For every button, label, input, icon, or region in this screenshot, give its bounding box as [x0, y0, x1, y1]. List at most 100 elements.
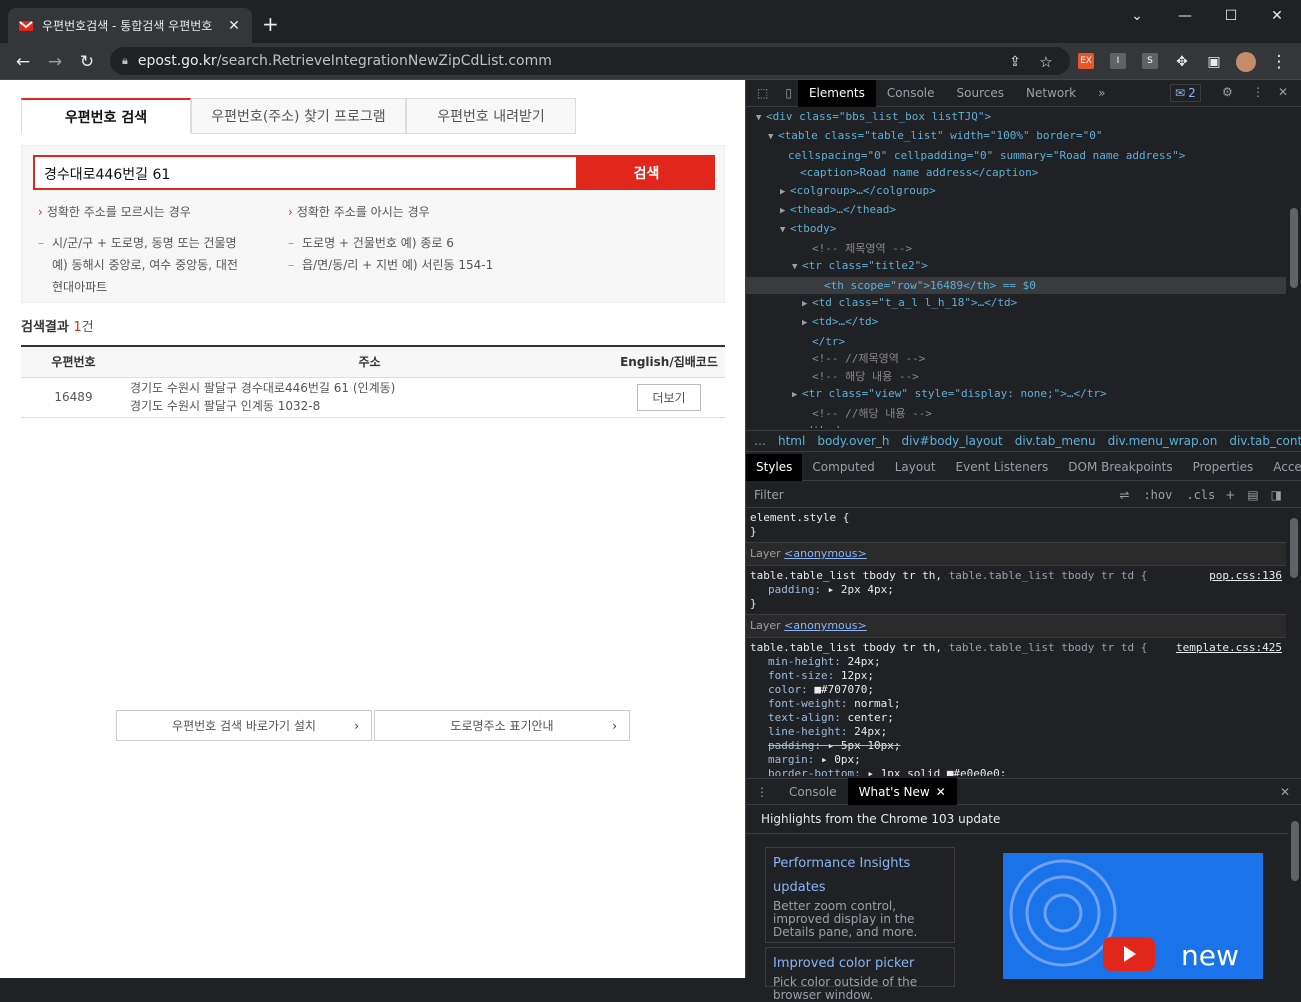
- css-property[interactable]: padding: ▸ 5px 10px;: [750, 739, 1282, 753]
- inspect-element-icon[interactable]: ⬚: [746, 80, 779, 107]
- issues-badge[interactable]: ✉ 2: [1170, 84, 1201, 102]
- address-bar[interactable]: 🔒︎ epost.go.kr /search.RetrieveIntegrati…: [110, 47, 1070, 75]
- css-property[interactable]: border-bottom: ▸ 1px solid ■#e0e0e0;: [750, 767, 1282, 776]
- address-search-input[interactable]: 경수대로446번길 61: [33, 155, 578, 190]
- breadcrumb-item[interactable]: div.tab_menu: [1015, 434, 1096, 448]
- close-icon[interactable]: ✕: [936, 785, 946, 799]
- bookmark-star-icon[interactable]: ☆: [1035, 51, 1057, 73]
- tab-computed[interactable]: Computed: [802, 454, 884, 481]
- dom-node-line[interactable]: ▶ <colgroup>…</colgroup>: [746, 182, 1286, 201]
- tab-accessibility[interactable]: Accessibility: [1263, 454, 1301, 481]
- drawer-tab-whats-new[interactable]: What's New ✕: [847, 778, 957, 805]
- dom-node-line[interactable]: </tbody>: [746, 422, 1286, 428]
- rule-source-link[interactable]: template.css:425: [1176, 641, 1282, 655]
- dom-node-line[interactable]: ▼ <tbody>: [746, 220, 1286, 239]
- dom-scrollbar[interactable]: [1287, 108, 1301, 428]
- css-property[interactable]: text-align: center;: [750, 711, 1282, 725]
- styles-scrollbar[interactable]: [1287, 508, 1301, 776]
- forward-icon[interactable]: →: [44, 51, 66, 73]
- share-icon[interactable]: ⇪: [1004, 51, 1026, 73]
- expand-arrow-icon[interactable]: ▶: [780, 184, 790, 201]
- breadcrumb-ellipsis-icon[interactable]: …: [754, 434, 766, 448]
- breadcrumb-item[interactable]: div.menu_wrap.on: [1108, 434, 1218, 448]
- tab-search-icon[interactable]: ⌄: [1114, 0, 1160, 32]
- back-icon[interactable]: ←: [12, 51, 34, 73]
- tab-zip-search[interactable]: 우편번호 검색: [21, 98, 191, 134]
- tab-layout[interactable]: Layout: [885, 454, 946, 481]
- rule-selector[interactable]: table.table_list tbody tr th,: [750, 641, 949, 654]
- drawer-menu-icon[interactable]: ⋮: [746, 785, 778, 799]
- tab-zip-program[interactable]: 우편번호(주소) 찾기 프로그램: [191, 98, 406, 134]
- collapse-arrow-icon[interactable]: ▼: [768, 129, 778, 146]
- more-button[interactable]: 더보기: [637, 383, 701, 411]
- drawer-close-icon[interactable]: ✕: [1280, 785, 1290, 799]
- new-tab-button[interactable]: +: [262, 14, 279, 34]
- css-property[interactable]: min-height: 24px;: [750, 655, 1282, 669]
- dom-node-line[interactable]: </tr>: [746, 333, 1286, 350]
- styles-filter-input[interactable]: Filter: [754, 488, 1119, 502]
- expand-arrow-icon[interactable]: ▶: [802, 296, 812, 313]
- whats-new-card[interactable]: Improved color picker Pick color outside…: [765, 947, 955, 1002]
- collapse-arrow-icon[interactable]: ▼: [756, 110, 766, 127]
- paint-icon[interactable]: ▤: [1247, 488, 1258, 502]
- road-address[interactable]: 경기도 수원시 팔달구 경수대로446번길 61 (인계동): [130, 379, 613, 397]
- css-property[interactable]: padding: ▸ 2px 4px;: [750, 583, 1282, 597]
- search-button[interactable]: 검색: [578, 155, 715, 190]
- extension-i-icon[interactable]: I: [1110, 53, 1126, 69]
- expand-arrow-icon[interactable]: ▶: [802, 315, 812, 332]
- layer-link[interactable]: <anonymous>: [784, 619, 867, 632]
- css-property[interactable]: font-weight: normal;: [750, 697, 1282, 711]
- rule-selector[interactable]: element.style {: [750, 511, 1282, 525]
- dom-node-line[interactable]: <!-- //해당 내용 -->: [746, 405, 1286, 422]
- tab-sources[interactable]: Sources: [946, 80, 1015, 107]
- breadcrumb-item[interactable]: body.over_h: [817, 434, 889, 448]
- device-toolbar-icon[interactable]: ▯: [779, 80, 798, 107]
- layer-link[interactable]: <anonymous>: [784, 547, 867, 560]
- expand-arrow-icon[interactable]: ▶: [792, 387, 802, 404]
- tab-zip-download[interactable]: 우편번호 내려받기: [406, 98, 576, 134]
- tab-styles[interactable]: Styles: [746, 453, 803, 481]
- maximize-icon[interactable]: ☐: [1208, 0, 1254, 32]
- collapse-arrow-icon[interactable]: ▼: [780, 222, 790, 239]
- extension-ex-icon[interactable]: EX: [1078, 53, 1094, 69]
- dom-node-line[interactable]: cellspacing="0" cellpadding="0" summary=…: [746, 147, 1286, 164]
- road-address-guide-button[interactable]: 도로명주소 표기안내 ›: [374, 710, 630, 741]
- tab-console[interactable]: Console: [876, 80, 946, 107]
- dom-node-line[interactable]: <!-- 제목영역 -->: [746, 240, 1286, 257]
- extensions-puzzle-icon[interactable]: ✥: [1171, 51, 1193, 73]
- profile-avatar[interactable]: [1235, 51, 1257, 73]
- dom-node-line[interactable]: ▶ <thead>…</thead>: [746, 201, 1286, 220]
- kebab-menu-icon[interactable]: ⋮: [1268, 51, 1290, 73]
- dom-node-line[interactable]: ▼ <div class="bbs_list_box listTJQ">: [746, 108, 1286, 127]
- drawer-tab-console[interactable]: Console: [778, 778, 848, 805]
- reload-icon[interactable]: ↻: [76, 51, 98, 73]
- breadcrumb-item[interactable]: div#body_layout: [902, 434, 1003, 448]
- window-close-icon[interactable]: ✕: [1254, 0, 1300, 32]
- rule-selector[interactable]: table.table_list tbody tr th,: [750, 569, 942, 582]
- dom-node-line[interactable]: <!-- 해당 내용 -->: [746, 368, 1286, 385]
- sidebar-toggle-icon[interactable]: ◨: [1271, 488, 1282, 502]
- devtools-close-icon[interactable]: ✕: [1278, 85, 1288, 99]
- dom-node-line[interactable]: ▶ <td class="t_a_l l_h_18">…</td>: [746, 294, 1286, 313]
- extension-s-icon[interactable]: S: [1142, 53, 1158, 69]
- collapse-arrow-icon[interactable]: ▼: [792, 259, 802, 276]
- dom-node-line[interactable]: ▶ <td>…</td>: [746, 313, 1286, 332]
- dom-node-line[interactable]: ▶ <tr class="view" style="display: none;"…: [746, 385, 1286, 404]
- card-title[interactable]: Performance Insights updates: [773, 852, 947, 900]
- css-property[interactable]: margin: ▸ 0px;: [750, 753, 1282, 767]
- hov-toggle[interactable]: :hov: [1143, 488, 1172, 502]
- css-property[interactable]: font-size: 12px;: [750, 669, 1282, 683]
- cls-toggle[interactable]: .cls: [1186, 488, 1215, 502]
- drawer-scrollbar[interactable]: [1288, 807, 1301, 979]
- dom-node-line[interactable]: <caption>Road name address</caption>: [746, 164, 1286, 181]
- dom-node-line[interactable]: <!-- //제목영역 -->: [746, 350, 1286, 367]
- settings-gear-icon[interactable]: ⚙: [1222, 85, 1233, 99]
- tab-event-listeners[interactable]: Event Listeners: [946, 454, 1059, 481]
- chrome-103-promo-image[interactable]: new: [1003, 853, 1263, 979]
- more-tabs-icon[interactable]: »: [1087, 80, 1116, 107]
- browser-tab[interactable]: 우편번호검색 - 통합검색 우편번호 ✕: [8, 8, 252, 43]
- tab-properties[interactable]: Properties: [1183, 454, 1264, 481]
- new-rule-icon[interactable]: +: [1225, 488, 1235, 502]
- whats-new-card[interactable]: Performance Insights updates Better zoom…: [765, 847, 955, 943]
- rule-source-link[interactable]: pop.css:136: [1209, 569, 1282, 583]
